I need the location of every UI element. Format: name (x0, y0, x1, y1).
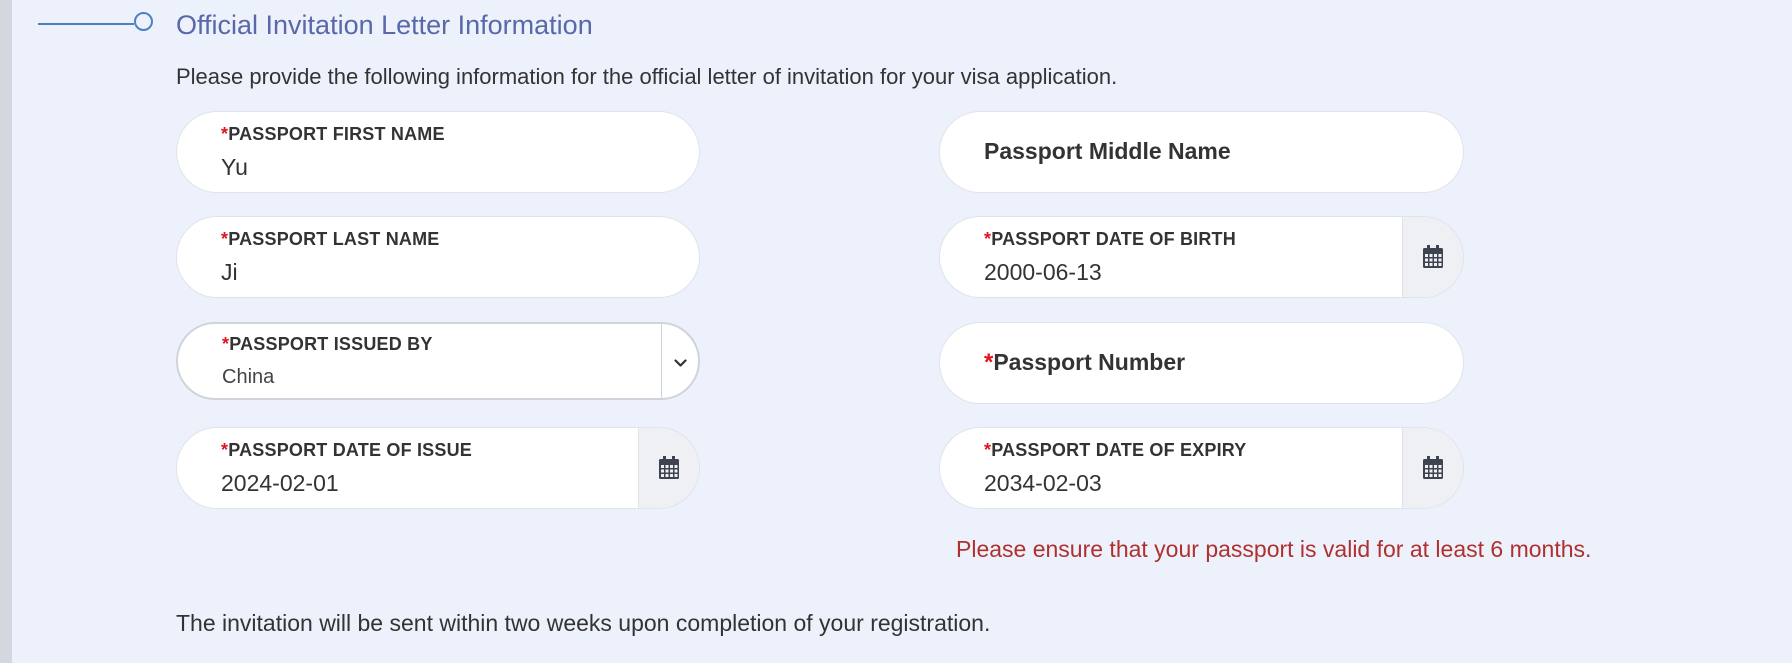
passport-issued-by-value[interactable]: China (222, 366, 274, 389)
passport-date-of-expiry-label: *PASSPORT DATE OF EXPIRY (984, 440, 1247, 460)
passport-last-name-label: *PASSPORT LAST NAME (221, 229, 440, 249)
invitation-footer-note: The invitation will be sent within two w… (176, 610, 991, 636)
passport-date-of-birth-field[interactable]: *PASSPORT DATE OF BIRTH 2000-06-13 (939, 216, 1464, 298)
passport-date-of-birth-value[interactable]: 2000-06-13 (984, 259, 1102, 286)
passport-date-of-issue-label: *PASSPORT DATE OF ISSUE (221, 440, 472, 460)
calendar-icon (1423, 245, 1443, 268)
section-intro: Please provide the following information… (176, 64, 1118, 89)
passport-date-of-issue-value[interactable]: 2024-02-01 (221, 470, 339, 497)
date-of-birth-calendar-button[interactable] (1402, 217, 1463, 297)
passport-issued-by-select[interactable]: *PASSPORT ISSUED BY China (176, 322, 700, 400)
left-edge-bar (0, 0, 12, 663)
step-connector-line (38, 23, 134, 25)
passport-first-name-label: *PASSPORT FIRST NAME (221, 124, 445, 144)
passport-number-field[interactable]: *Passport Number (939, 322, 1464, 404)
calendar-icon (659, 456, 679, 479)
issued-by-dropdown-toggle[interactable] (661, 324, 698, 398)
passport-first-name-value[interactable]: Yu (221, 154, 248, 181)
passport-date-of-expiry-value[interactable]: 2034-02-03 (984, 470, 1102, 497)
date-of-expiry-calendar-button[interactable] (1402, 428, 1463, 508)
passport-validity-warning: Please ensure that your passport is vali… (956, 536, 1592, 562)
chevron-down-icon (673, 358, 687, 367)
passport-date-of-birth-label: *PASSPORT DATE OF BIRTH (984, 229, 1236, 249)
date-of-issue-calendar-button[interactable] (638, 428, 699, 508)
section-title: Official Invitation Letter Information (176, 10, 593, 40)
passport-issued-by-label: *PASSPORT ISSUED BY (222, 334, 433, 354)
passport-middle-name-field[interactable]: Passport Middle Name (939, 111, 1464, 193)
step-circle-icon (134, 12, 153, 31)
passport-first-name-field[interactable]: *PASSPORT FIRST NAME Yu (176, 111, 700, 193)
passport-middle-name-placeholder[interactable]: Passport Middle Name (984, 138, 1231, 165)
passport-last-name-field[interactable]: *PASSPORT LAST NAME Ji (176, 216, 700, 298)
passport-date-of-issue-field[interactable]: *PASSPORT DATE OF ISSUE 2024-02-01 (176, 427, 700, 509)
required-marker: * (984, 349, 994, 376)
passport-date-of-expiry-field[interactable]: *PASSPORT DATE OF EXPIRY 2034-02-03 (939, 427, 1464, 509)
passport-last-name-value[interactable]: Ji (221, 259, 238, 286)
calendar-icon (1423, 456, 1443, 479)
passport-number-placeholder[interactable]: *Passport Number (984, 349, 1185, 377)
